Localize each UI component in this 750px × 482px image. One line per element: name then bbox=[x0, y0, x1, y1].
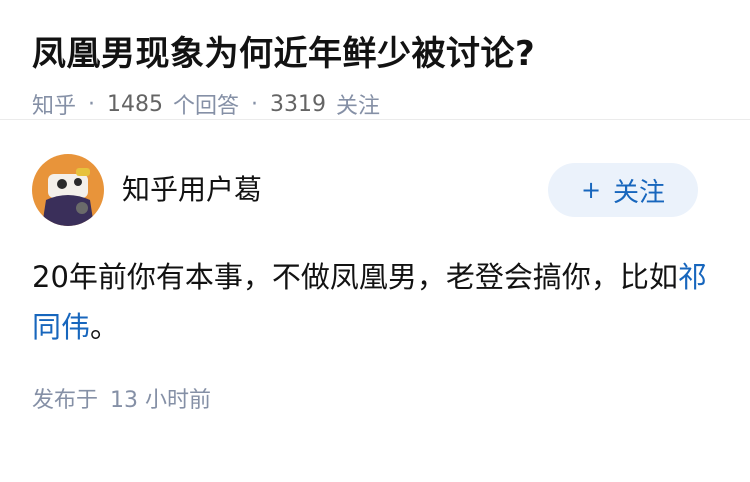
avatar[interactable] bbox=[32, 154, 104, 226]
answer-text-main: 20年前你有本事，不做凤凰男，老登会搞你，比如 bbox=[32, 260, 678, 294]
source-label[interactable]: 知乎 bbox=[32, 88, 76, 120]
published-time: 13 小时前 bbox=[110, 388, 212, 413]
followers-label: 关注 bbox=[336, 94, 381, 119]
author-name[interactable]: 知乎用户葛 bbox=[122, 170, 548, 210]
publish-info: 发布于 13 小时前 bbox=[32, 382, 718, 414]
avatar-image bbox=[32, 154, 104, 226]
published-label: 发布于 bbox=[32, 388, 99, 413]
meta-separator: · bbox=[88, 91, 96, 117]
answer-content: 20年前你有本事，不做凤凰男，老登会搞你，比如祁同伟。 bbox=[32, 252, 718, 352]
answers-count: 1485 bbox=[107, 91, 164, 117]
answers-label[interactable]: 个回答 bbox=[173, 88, 239, 120]
answer-text-end: 。 bbox=[90, 310, 120, 344]
question-meta: 知乎 · 1485 个回答 · 3319 关注 bbox=[32, 88, 718, 120]
question-header: 凤凰男现象为何近年鲜少被讨论? 知乎 · 1485 个回答 · 3319 关注 bbox=[0, 0, 750, 120]
answer-card: 知乎用户葛 + 关注 20年前你有本事，不做凤凰男，老登会搞你，比如祁同伟。 发… bbox=[0, 154, 750, 414]
followers-count: 3319 bbox=[270, 91, 327, 117]
author-row: 知乎用户葛 + 关注 bbox=[32, 154, 718, 226]
question-title[interactable]: 凤凰男现象为何近年鲜少被讨论? bbox=[32, 32, 718, 76]
follow-button[interactable]: + 关注 bbox=[548, 163, 698, 217]
plus-icon: + bbox=[580, 176, 602, 204]
meta-separator: · bbox=[251, 91, 259, 117]
follow-label: 关注 bbox=[613, 177, 666, 208]
